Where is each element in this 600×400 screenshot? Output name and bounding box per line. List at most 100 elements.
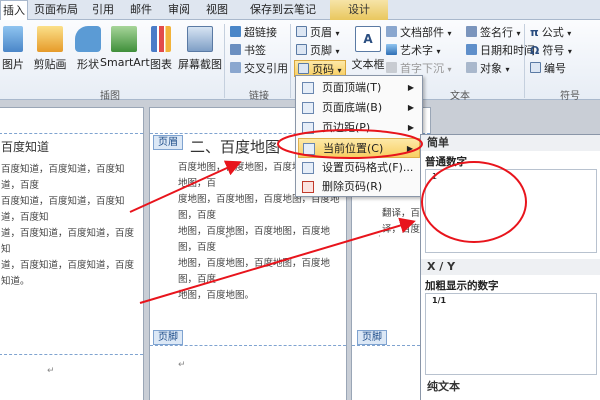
page-number-menu: 页面顶端(T) ▶ 页面底端(B) ▶ 页边距(P) ▶ 当前位置(C) ▶ 设置页码格… (295, 75, 423, 197)
signature-line-button[interactable]: 签名行 ▾ (466, 24, 521, 41)
paragraph-mark: ↵ (47, 366, 55, 376)
page-1[interactable]: 百度知道 百度知道，百度知道，百度知道，百度 百度知道，百度知道，百度知道，百度… (0, 107, 144, 400)
tab-insert[interactable]: 插入 (0, 0, 28, 20)
tab-references[interactable]: 引用 (86, 0, 120, 20)
remove-icon (302, 181, 314, 193)
number-button[interactable]: 编号 (530, 60, 566, 77)
clip-art-button[interactable]: 剪贴画 (28, 24, 72, 82)
header-button[interactable]: 页眉 ▾ (296, 24, 340, 41)
header-tag: 页眉 (153, 135, 183, 150)
tab-view[interactable]: 视图 (200, 0, 234, 20)
gallery-item-plain-number[interactable]: 1 (425, 169, 597, 253)
bookmark-button[interactable]: 书签 (230, 42, 266, 59)
tab-save-cloud-note[interactable]: 保存到云笔记 (238, 0, 328, 20)
sample-page-number: 1 (432, 172, 438, 181)
text-group-label: 文本 (450, 91, 470, 102)
chevron-right-icon: ▶ (407, 103, 414, 112)
header-boundary (0, 133, 143, 134)
menu-item-top-of-page[interactable]: 页面顶端(T) ▶ (298, 78, 420, 98)
page-title: 百度知道 (1, 140, 50, 154)
group-divider (224, 24, 225, 98)
chevron-down-icon: ▾ (447, 65, 452, 74)
cross-reference-button[interactable]: 交叉引用 (230, 60, 288, 77)
footer-button[interactable]: 页脚 ▾ (296, 42, 340, 59)
bookmark-icon (230, 44, 241, 55)
screenshot-icon (187, 26, 213, 52)
clip-art-icon (37, 26, 63, 52)
footer-boundary (352, 345, 430, 346)
hyperlink-button[interactable]: 超链接 (230, 24, 277, 41)
object-icon (466, 62, 477, 73)
menu-item-format-page-numbers[interactable]: 设置页码格式(F)... (298, 158, 420, 178)
quick-parts-button[interactable]: 文档部件 ▾ (386, 24, 452, 41)
signature-line-icon (466, 26, 477, 37)
page-margin-icon (302, 122, 314, 134)
equation-button[interactable]: π 公式 ▾ (530, 24, 571, 41)
paragraph-mark: ↵ (178, 360, 186, 370)
links-group-label: 链接 (249, 91, 269, 102)
omega-icon: Ω (530, 44, 540, 57)
group-divider (290, 24, 291, 98)
number-icon (530, 62, 541, 73)
page-number-icon (298, 63, 309, 74)
footer-boundary (150, 345, 346, 346)
object-button[interactable]: 对象 ▾ (466, 60, 510, 77)
chevron-right-icon: ▶ (407, 83, 414, 92)
format-icon (302, 162, 314, 174)
ribbon-tabs: 插入 页面布局 引用 邮件 审阅 视图 保存到云笔记 设计 (0, 0, 600, 20)
symbols-group-label: 符号 (560, 91, 580, 102)
smartart-icon (111, 26, 137, 52)
textbox-button[interactable]: A 文本框 (350, 24, 386, 82)
chevron-down-icon: ▾ (447, 29, 452, 38)
gallery-section-x-of-y: X / Y (421, 259, 600, 275)
page-bottom-icon (302, 102, 314, 114)
page-title: 二、百度地图 (190, 138, 281, 156)
menu-item-current-position[interactable]: 当前位置(C) ▶ (298, 138, 420, 158)
gallery-item-bold-x-of-y[interactable]: 1/1 (425, 293, 597, 375)
shapes-icon (75, 26, 101, 52)
footer-tag: 页脚 (153, 330, 183, 345)
tab-mailings[interactable]: 邮件 (124, 0, 158, 20)
tab-design[interactable]: 设计 (330, 0, 388, 20)
textbox-icon: A (355, 26, 381, 52)
current-position-icon (303, 143, 315, 155)
symbol-button[interactable]: Ω 符号 ▾ (530, 42, 572, 59)
gallery-item-title: 普通数字 (425, 156, 467, 168)
footer-tag: 页脚 (357, 330, 387, 345)
chevron-down-icon: ▾ (567, 29, 572, 38)
cross-reference-icon (230, 62, 241, 73)
tab-review[interactable]: 审阅 (162, 0, 196, 20)
chevron-right-icon: ▶ (407, 123, 414, 132)
wordart-icon (386, 44, 397, 55)
calendar-icon (466, 44, 477, 55)
chevron-down-icon: ▾ (335, 47, 340, 56)
chart-icon (151, 26, 171, 52)
tab-page-layout[interactable]: 页面布局 (30, 0, 82, 20)
menu-item-page-margins[interactable]: 页边距(P) ▶ (298, 118, 420, 138)
menu-item-bottom-of-page[interactable]: 页面底端(B) ▶ (298, 98, 420, 118)
page-body: 百度知道，百度知道，百度知道，百度 百度知道，百度知道，百度知道，百度知 道，百… (1, 164, 135, 287)
smartart-button[interactable]: SmartArt (100, 24, 150, 82)
footer-icon (296, 44, 307, 55)
illustrations-group-label: 插图 (100, 91, 120, 102)
chevron-down-icon: ▾ (335, 29, 340, 38)
group-divider (524, 24, 525, 98)
wordart-button[interactable]: 艺术字 ▾ (386, 42, 441, 59)
paragraph-mark: ↵ (225, 232, 233, 242)
chevron-right-icon: ▶ (406, 144, 413, 153)
cursor-mark: · (378, 232, 381, 242)
gallery-section-simple: 简单 (421, 135, 600, 151)
footer-boundary (0, 354, 143, 355)
picture-icon (3, 26, 23, 52)
page-top-icon (302, 82, 314, 94)
chevron-down-icon: ▾ (516, 29, 521, 38)
chevron-down-icon: ▾ (436, 47, 441, 56)
picture-button[interactable]: 图片 (0, 24, 26, 82)
current-position-gallery: 简单 普通数字 1 X / Y 加粗显示的数字 1/1 纯文本 (420, 134, 600, 400)
menu-item-remove-page-numbers[interactable]: 删除页码(R) (298, 177, 420, 197)
pi-icon: π (530, 26, 539, 39)
chart-button[interactable]: 图表 (148, 24, 174, 82)
screenshot-button[interactable]: 屏幕截图 (176, 24, 224, 82)
quick-parts-icon (386, 26, 397, 37)
chevron-down-icon: ▾ (337, 66, 342, 75)
